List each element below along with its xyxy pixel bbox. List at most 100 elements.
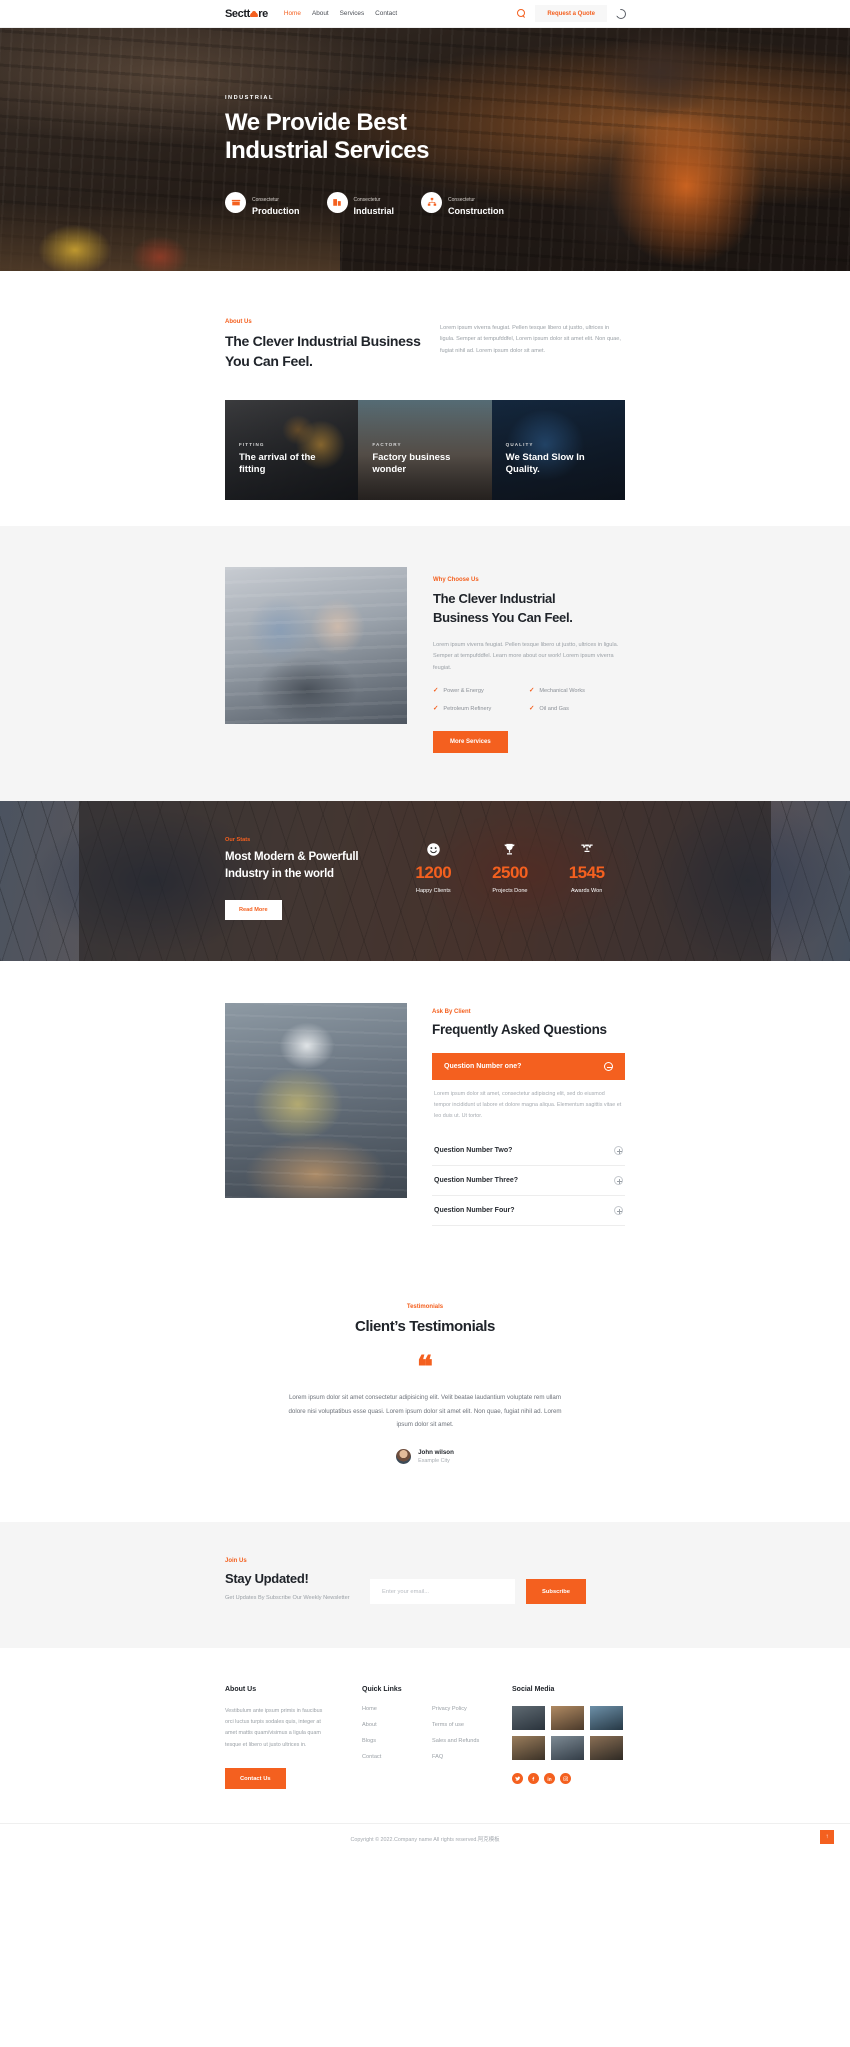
- nav-item-services[interactable]: Services: [340, 10, 365, 17]
- why-title-line2: Business You Can Feel.: [433, 610, 573, 626]
- about-card-quality[interactable]: QUALITY We Stand Slow In Quality.: [491, 400, 625, 501]
- hero-badge-production[interactable]: Consectetur Production: [225, 188, 300, 217]
- footer-thumbnail-grid: [512, 1706, 625, 1761]
- quote-icon: ❝: [416, 1351, 434, 1385]
- hero-badge-construction[interactable]: Consectetur Construction: [421, 188, 504, 217]
- footer-link-about[interactable]: About: [362, 1722, 432, 1728]
- stat-label: Awards Won: [570, 888, 603, 895]
- accordion-question: Question Number one?: [444, 1063, 522, 1071]
- copyright-bar: Copyright © 2022.Company name All rights…: [0, 1823, 850, 1856]
- hero-title: We Provide Best Industrial Services: [225, 109, 625, 166]
- minus-circle-icon[interactable]: [604, 1062, 613, 1072]
- stat-awards-won: 1545 Awards Won: [569, 841, 605, 894]
- instagram-icon[interactable]: [560, 1773, 571, 1785]
- hero-badge-title: Construction: [448, 205, 505, 216]
- nav-item-about[interactable]: About: [312, 10, 329, 17]
- box-icon: [225, 191, 246, 213]
- stats-title-line2: Industry in the world: [225, 868, 334, 881]
- about-title-line2: You Can Feel.: [225, 352, 313, 369]
- check-icon: ✓: [529, 704, 535, 712]
- feature-item: ✓ Petroleum Refinery: [433, 704, 529, 712]
- subscribe-button[interactable]: Subscribe: [526, 1579, 587, 1605]
- request-quote-button[interactable]: Request a Quote: [535, 5, 607, 22]
- site-logo[interactable]: Sectt re: [225, 8, 268, 20]
- stat-happy-clients: 1200 Happy Clients: [415, 841, 452, 894]
- about-title-line1: The Clever Industrial Business: [225, 333, 421, 349]
- twitter-icon[interactable]: [512, 1773, 523, 1785]
- stats-title-line1: Most Modern & Powerfull: [225, 851, 359, 864]
- feature-item: ✓ Power & Energy: [433, 687, 529, 694]
- hero-badge-sub: Consectetur: [252, 196, 279, 203]
- about-card-fitting[interactable]: FITTING The arrival of the fitting: [225, 400, 359, 501]
- footer-thumbnail[interactable]: [512, 1706, 545, 1731]
- site-footer: About Us Vestibulum ante ipsum primis in…: [0, 1648, 850, 1857]
- linkedin-icon[interactable]: [544, 1773, 555, 1785]
- page-root: Sectt re Home About Services Contact Requ…: [0, 0, 850, 1857]
- footer-thumbnail[interactable]: [512, 1736, 545, 1761]
- footer-link-contact[interactable]: Contact: [362, 1754, 432, 1760]
- scroll-to-top-button[interactable]: ↑: [820, 1830, 834, 1845]
- check-icon: ✓: [433, 704, 439, 712]
- accordion-item-four[interactable]: Question Number Four?: [432, 1196, 625, 1227]
- accordion-item-two[interactable]: Question Number Two?: [432, 1136, 625, 1167]
- footer-link-home[interactable]: Home: [362, 1706, 432, 1712]
- email-input[interactable]: [370, 1579, 515, 1605]
- testimonials-title: Client’s Testimonials: [355, 1318, 495, 1336]
- footer-thumbnail[interactable]: [551, 1706, 584, 1731]
- footer-links-heading: Quick Links: [362, 1686, 402, 1694]
- read-more-button[interactable]: Read More: [225, 899, 282, 920]
- about-cards: FITTING The arrival of the fitting FACTO…: [225, 400, 625, 501]
- hero-badge-industrial[interactable]: Consectetur Industrial: [326, 188, 395, 217]
- hero-eyebrow: INDUSTRIAL: [225, 95, 274, 101]
- faq-image: [225, 1003, 407, 1199]
- about-kicker: About Us: [225, 319, 252, 325]
- stats-counters: 1200 Happy Clients 2500 Projects Done 15…: [395, 837, 625, 894]
- nav-item-home[interactable]: Home: [284, 10, 301, 17]
- facebook-icon[interactable]: [528, 1773, 539, 1785]
- testimonial-text: Lorem ipsum dolor sit amet consectetur a…: [288, 1394, 562, 1428]
- about-paragraph: Lorem ipsum viverra feugiat. Pellen tesq…: [440, 325, 621, 354]
- moon-icon[interactable]: [613, 8, 626, 19]
- about-title: The Clever Industrial Business You Can F…: [225, 332, 440, 371]
- stats-title: Most Modern & Powerfull Industry in the …: [225, 849, 395, 884]
- author-name: John wilson: [418, 1449, 454, 1457]
- building-icon: [326, 191, 348, 213]
- why-title: The Clever Industrial Business You Can F…: [433, 590, 625, 628]
- footer-link-sales-refunds[interactable]: Sales and Refunds: [432, 1738, 479, 1744]
- contact-us-button[interactable]: Contact Us: [225, 1768, 286, 1790]
- footer-thumbnail[interactable]: [590, 1736, 623, 1761]
- footer-links-col2: Privacy Policy Terms of use Sales and Re…: [432, 1706, 479, 1760]
- stats-kicker: Our Stats: [225, 837, 251, 844]
- why-kicker: Why Choose Us: [433, 577, 479, 584]
- plus-circle-icon[interactable]: [614, 1146, 623, 1156]
- footer-link-faq[interactable]: FAQ: [432, 1754, 479, 1760]
- hero-title-line1: We Provide Best: [225, 109, 407, 136]
- accordion-item-three[interactable]: Question Number Three?: [432, 1166, 625, 1197]
- accordion-item-open[interactable]: Question Number one?: [432, 1053, 625, 1081]
- testimonial-author: John wilson Example City: [225, 1449, 625, 1465]
- hero-badge-title: Industrial: [353, 205, 395, 216]
- sitemap-icon: [421, 191, 443, 213]
- search-icon[interactable]: [517, 9, 526, 18]
- hero-badge-title: Production: [252, 205, 300, 216]
- accordion-question: Question Number Four?: [434, 1207, 515, 1215]
- footer-thumbnail[interactable]: [551, 1736, 584, 1761]
- more-services-button[interactable]: More Services: [433, 731, 508, 754]
- newsletter-section: Join Us Stay Updated! Get Updates By Sub…: [0, 1522, 850, 1649]
- footer-social-icons: [512, 1773, 625, 1785]
- footer-links-col1: Home About Blogs Contact: [362, 1706, 432, 1760]
- footer-link-blogs[interactable]: Blogs: [362, 1738, 432, 1744]
- testimonials-kicker: Testimonials: [406, 1304, 444, 1311]
- nav-item-contact[interactable]: Contact: [375, 10, 397, 17]
- plus-circle-icon[interactable]: [614, 1206, 623, 1216]
- footer-link-privacy[interactable]: Privacy Policy: [432, 1706, 479, 1712]
- plus-circle-icon[interactable]: [614, 1176, 623, 1186]
- faq-section: Ask By Client Frequently Asked Questions…: [0, 961, 850, 1287]
- footer-link-terms[interactable]: Terms of use: [432, 1722, 479, 1728]
- about-card-factory[interactable]: FACTORY Factory business wonder: [358, 400, 492, 501]
- hero-badges: Consectetur Production Consectetur Indus…: [225, 188, 625, 217]
- stat-number: 2500: [492, 863, 528, 883]
- feature-item: ✓ Mechanical Works: [529, 687, 625, 694]
- footer-thumbnail[interactable]: [590, 1706, 623, 1731]
- card-title: Factory business wonder: [372, 451, 451, 476]
